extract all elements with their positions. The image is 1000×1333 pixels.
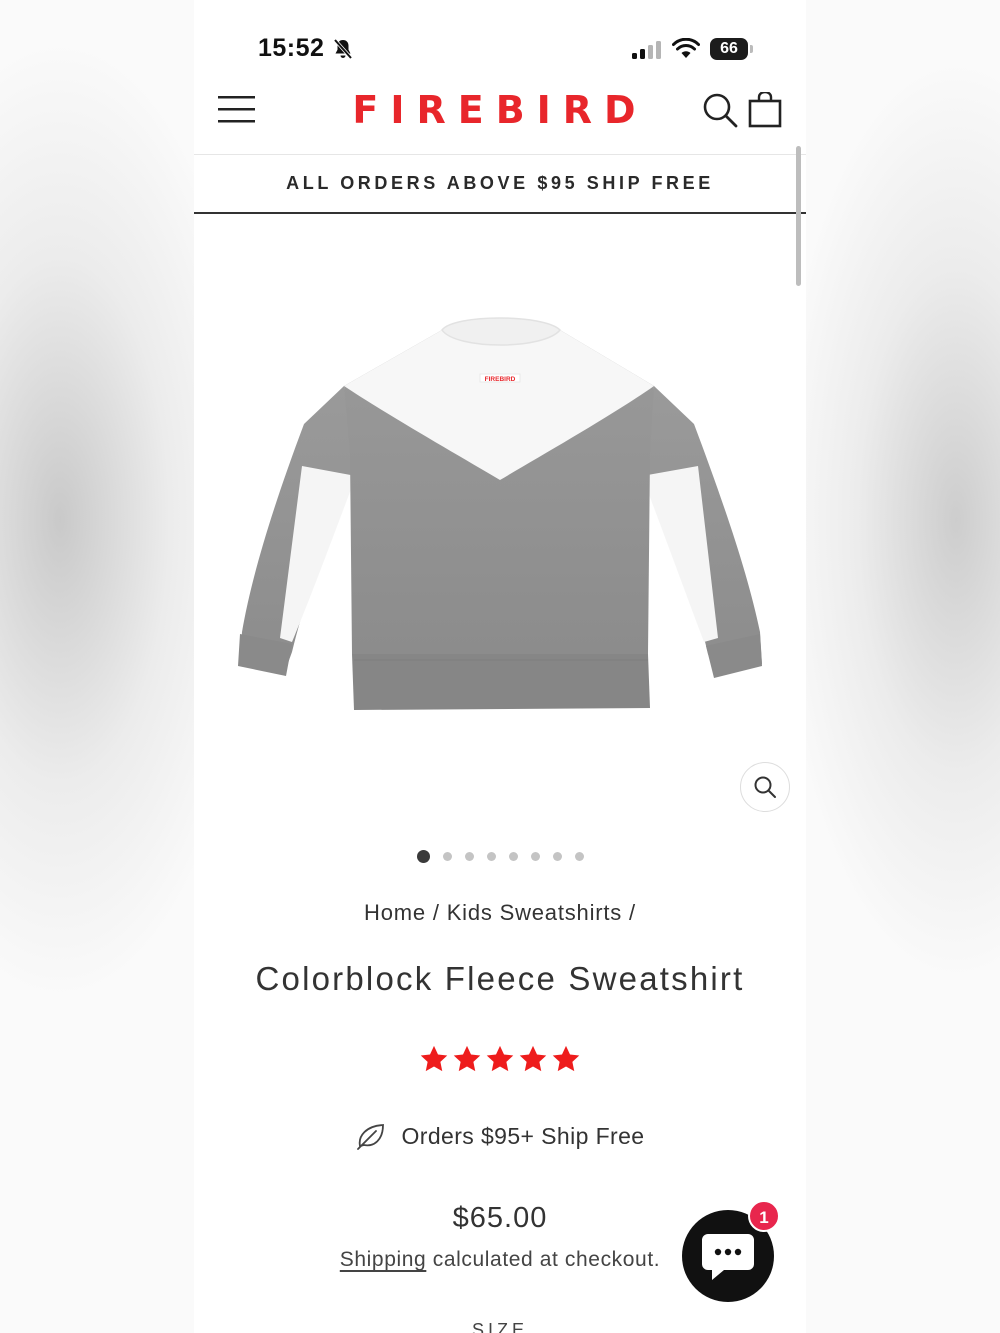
breadcrumb-separator: /	[425, 900, 447, 925]
gallery-dot[interactable]	[530, 851, 540, 861]
chat-bubble-icon	[702, 1234, 754, 1280]
search-icon[interactable]	[702, 92, 738, 128]
star-icon	[420, 1045, 448, 1072]
breadcrumb: Home / Kids Sweatshirts /	[194, 900, 806, 926]
background-blur-right	[806, 0, 1000, 1333]
free-shipping-note: Orders $95+ Ship Free	[194, 1122, 806, 1150]
gallery-dot[interactable]	[442, 851, 452, 861]
shipping-info-text: calculated at checkout.	[426, 1248, 661, 1271]
garment-label: FIREBIRD	[485, 376, 516, 383]
free-shipping-text: Orders $95+ Ship Free	[401, 1122, 645, 1149]
star-icon	[552, 1045, 580, 1072]
size-label: SIZE	[471, 1320, 528, 1333]
gallery-dot[interactable]	[552, 851, 562, 861]
gallery-dot[interactable]	[416, 849, 430, 863]
gallery-dot[interactable]	[574, 851, 584, 861]
battery-indicator: 66	[710, 38, 753, 60]
status-time: 15:52	[258, 34, 325, 62]
rating-stars[interactable]	[194, 1044, 806, 1074]
breadcrumb-trailing-separator: /	[622, 900, 636, 925]
announcement-bar: ALL ORDERS ABOVE $95 SHIP FREE	[194, 155, 806, 214]
cell-signal-icon	[632, 41, 661, 59]
star-icon	[453, 1045, 481, 1072]
phone-screen: 15:52 66 FIREBIRD ALL ORDERS ABOVE $95 S…	[194, 0, 806, 1333]
shopping-bag-icon[interactable]	[748, 92, 782, 128]
gallery-dot[interactable]	[508, 851, 518, 861]
product-title: Colorblock Fleece Sweatshirt	[255, 960, 745, 997]
breadcrumb-category-link[interactable]: Kids Sweatshirts	[447, 900, 622, 925]
wifi-icon	[672, 38, 700, 58]
status-bar: 15:52 66	[194, 0, 806, 80]
chat-notification-badge: 1	[748, 1200, 780, 1232]
leaf-icon	[356, 1124, 384, 1150]
zoom-button[interactable]	[740, 762, 790, 812]
product-image[interactable]: FIREBIRD	[194, 214, 806, 824]
breadcrumb-home-link[interactable]: Home	[364, 900, 426, 925]
gallery-dot[interactable]	[486, 851, 496, 861]
gallery-pagination	[194, 848, 806, 864]
shipping-link[interactable]: Shipping	[340, 1248, 427, 1271]
site-header: FIREBIRD	[194, 80, 806, 155]
silent-bell-icon	[333, 38, 353, 60]
gallery-dot[interactable]	[464, 851, 474, 861]
star-icon	[486, 1045, 514, 1072]
star-icon	[519, 1045, 547, 1072]
magnifier-icon	[754, 776, 776, 798]
